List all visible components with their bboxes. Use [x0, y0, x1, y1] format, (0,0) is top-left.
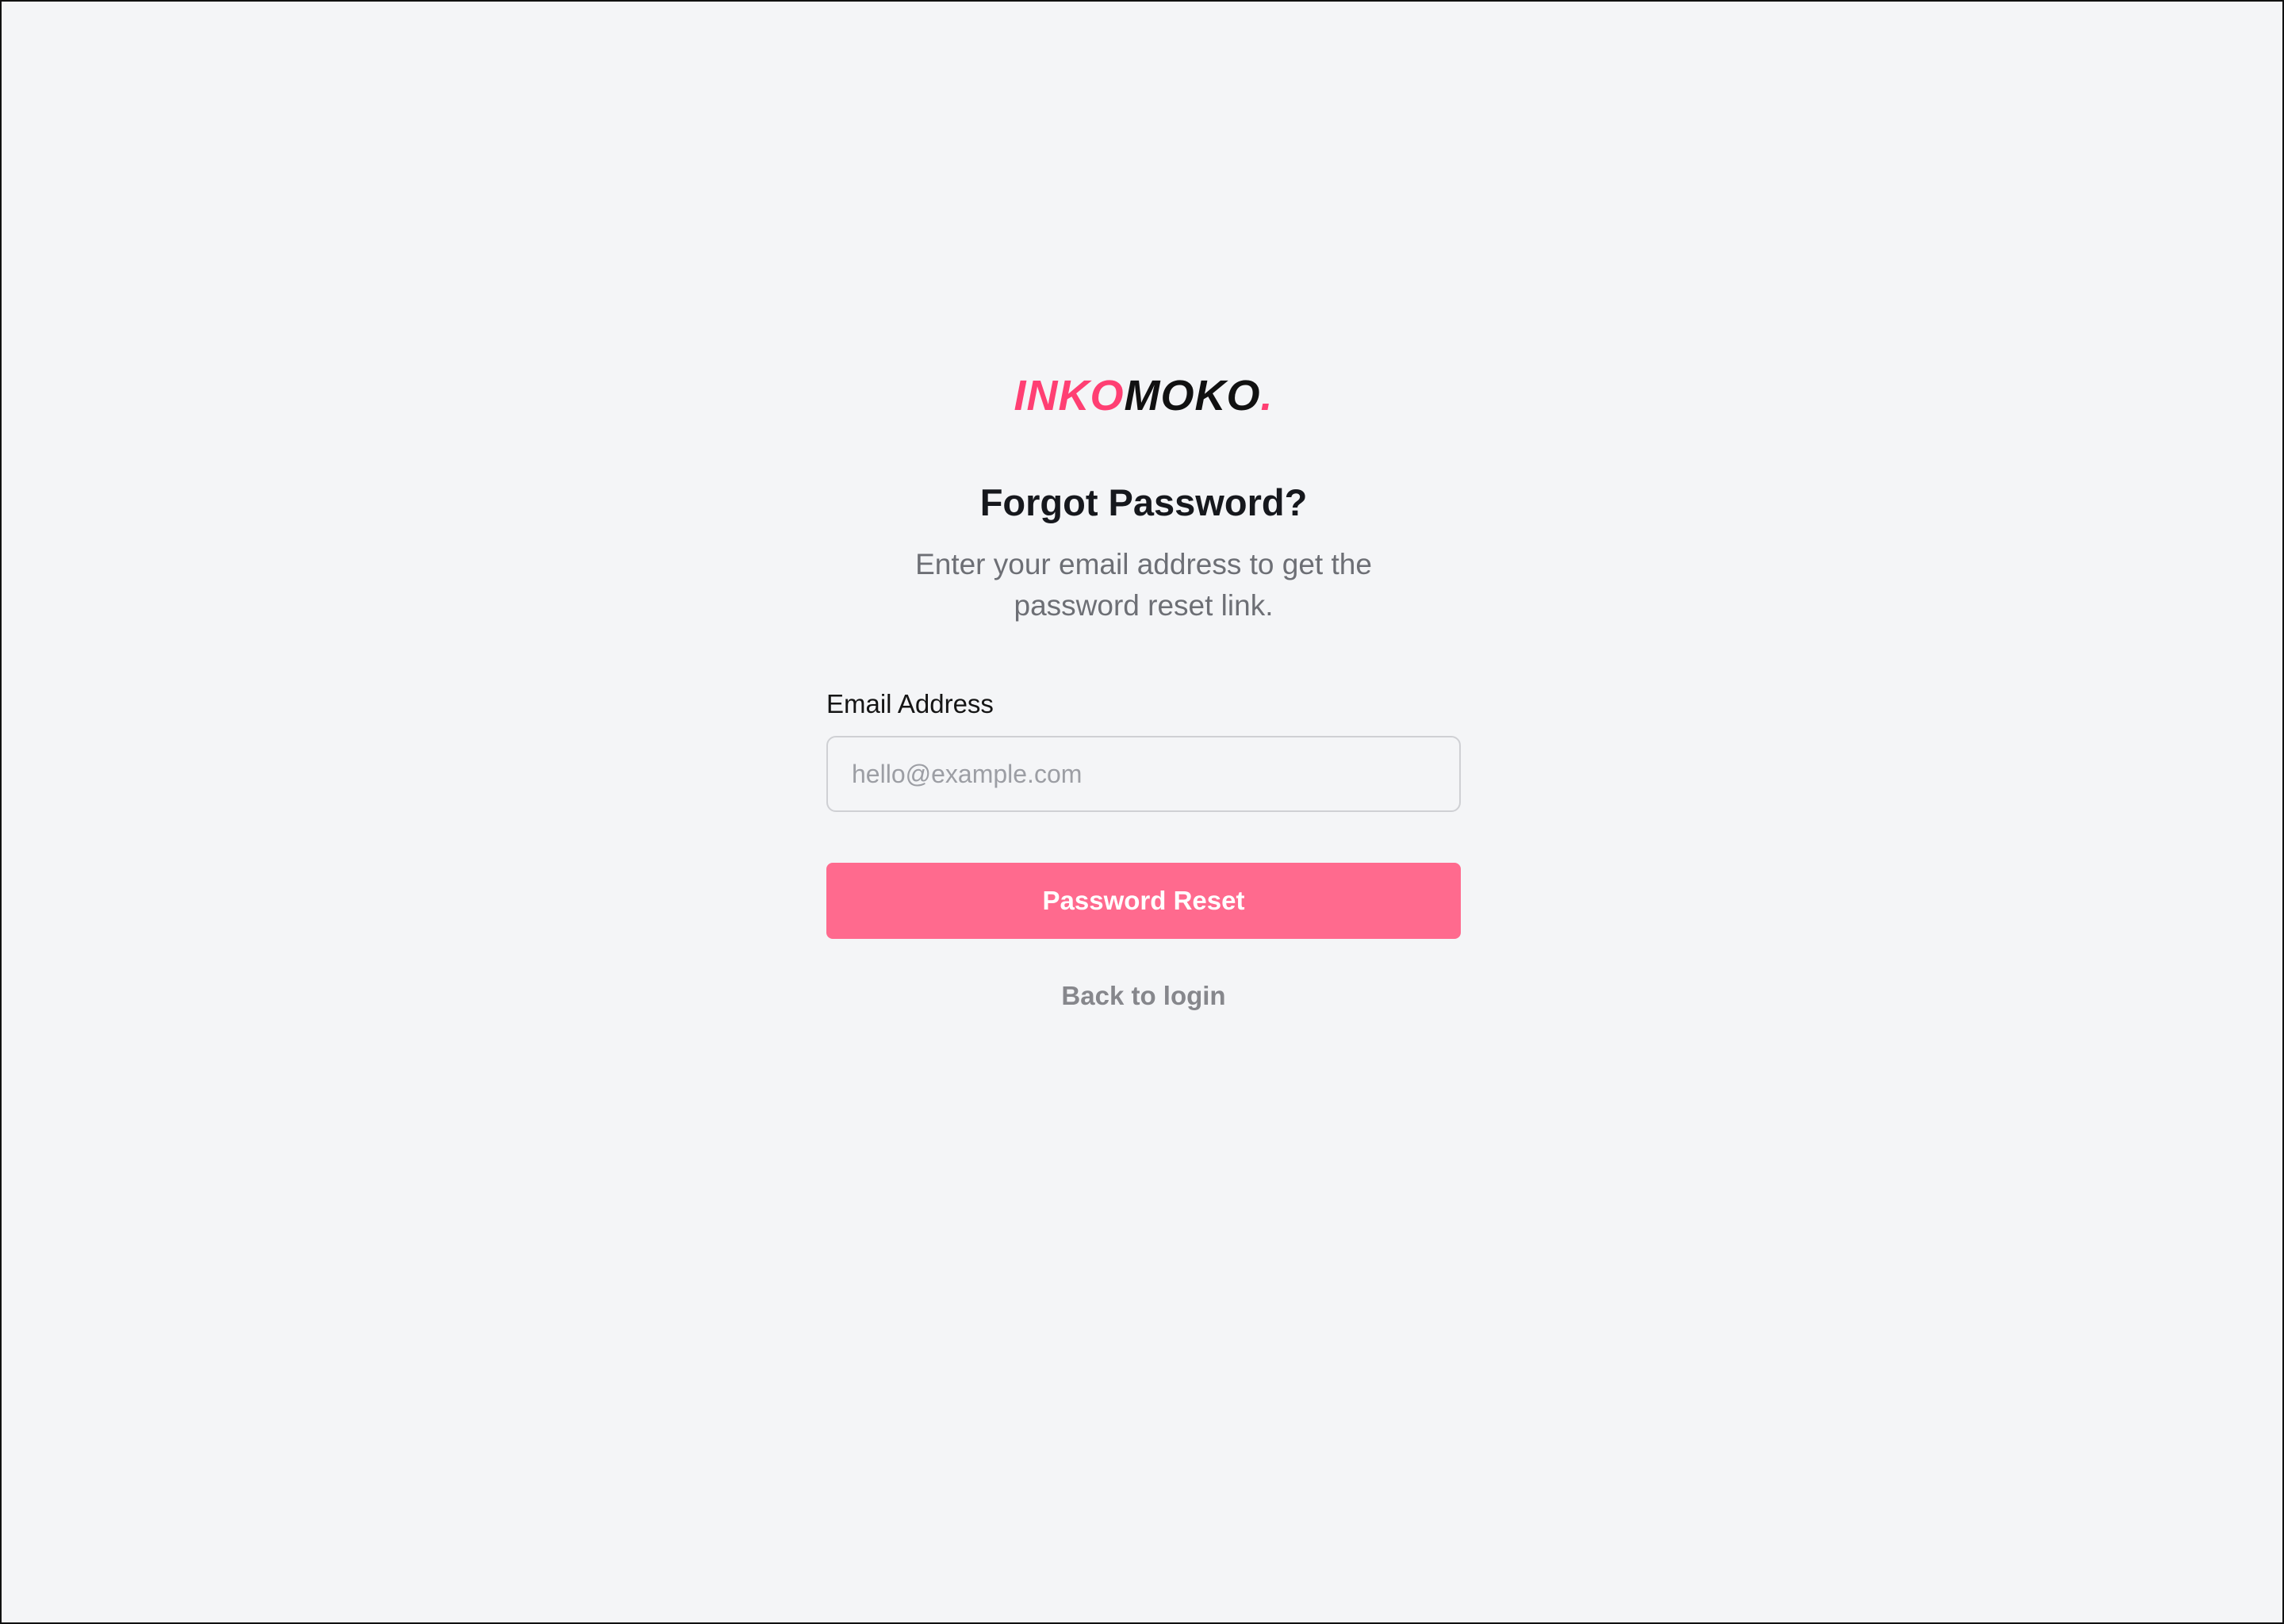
email-field[interactable]	[826, 736, 1461, 812]
page-frame: INKOMOKO. Forgot Password? Enter your em…	[0, 0, 2284, 1624]
email-field-label: Email Address	[826, 689, 994, 718]
back-to-login-link[interactable]: Back to login	[1061, 980, 1225, 1012]
brand-logo-part1: INKO	[1014, 372, 1125, 419]
page-subtitle: Enter your email address to get the pass…	[915, 548, 1372, 622]
brand-logo-part2: MOKO	[1124, 372, 1261, 419]
password-reset-button[interactable]: Password Reset	[826, 863, 1461, 939]
page-title: Forgot Password?	[979, 481, 1308, 523]
brand-logo-dot: .	[1260, 372, 1274, 419]
brand-logo: INKOMOKO.	[1014, 368, 1273, 423]
forgot-password-panel: INKOMOKO. Forgot Password? Enter your em…	[826, 368, 1461, 1012]
email-form-group: Email Address	[826, 688, 1461, 812]
